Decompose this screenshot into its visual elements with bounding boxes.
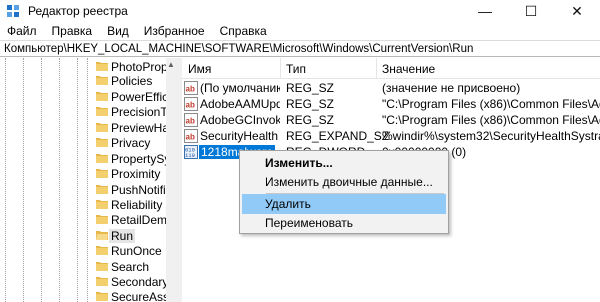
value-type: REG_SZ bbox=[286, 81, 335, 95]
svg-text:ab: ab bbox=[186, 85, 195, 94]
tree-item-label: RetailDemo bbox=[111, 213, 174, 227]
string-value-icon: ab bbox=[184, 97, 198, 111]
menu-item-label: Переименовать bbox=[265, 216, 353, 230]
title-bar: Редактор реестра — ☐ ✕ bbox=[0, 0, 600, 22]
column-divider[interactable] bbox=[376, 58, 377, 78]
value-name: (По умолчанию) bbox=[200, 81, 280, 95]
menu-file[interactable]: Файл bbox=[0, 22, 45, 40]
folder-icon bbox=[96, 185, 108, 194]
tree-guide-line bbox=[23, 58, 25, 302]
tree-item-label: PushNotific bbox=[111, 183, 172, 197]
folder-icon bbox=[96, 215, 108, 224]
open-folder-icon bbox=[96, 231, 108, 240]
folder-icon bbox=[96, 246, 108, 255]
folder-icon bbox=[96, 107, 108, 116]
tree-item-label: Proximity bbox=[111, 167, 161, 181]
svg-text:ab: ab bbox=[186, 101, 195, 110]
column-data[interactable]: Значение bbox=[382, 62, 435, 76]
tree-item-label: Run bbox=[109, 229, 136, 243]
string-value-icon: ab bbox=[184, 113, 198, 127]
svg-text:110: 110 bbox=[185, 152, 195, 159]
window-title: Редактор реестра bbox=[28, 4, 128, 18]
registry-editor-icon bbox=[7, 5, 19, 17]
tree-item-label: RunOnce bbox=[111, 244, 162, 258]
tree-guide-line bbox=[59, 58, 61, 302]
menu-item-modify[interactable]: Изменить... bbox=[242, 153, 446, 173]
folder-icon bbox=[96, 154, 108, 163]
close-button[interactable]: ✕ bbox=[554, 0, 600, 22]
context-menu: Изменить... Изменить двоичные данные... … bbox=[239, 150, 449, 234]
menu-item-delete[interactable]: Удалить bbox=[242, 194, 446, 214]
menu-view[interactable]: Вид bbox=[100, 22, 137, 40]
value-data: "C:\Program Files (x86)\Common Files\Ado… bbox=[382, 97, 600, 111]
svg-text:ab: ab bbox=[186, 133, 195, 142]
folder-icon bbox=[96, 200, 108, 209]
folder-icon bbox=[96, 123, 108, 132]
column-divider[interactable] bbox=[280, 58, 281, 78]
value-name: AdobeAAMUpd... bbox=[200, 97, 280, 111]
tree-guide-line bbox=[87, 58, 89, 302]
menu-item-label: Изменить двоичные данные... bbox=[265, 175, 433, 189]
value-data: %windir%\system32\SecurityHealthSystray.… bbox=[382, 129, 600, 143]
address-bar[interactable]: Компьютер\HKEY_LOCAL_MACHINE\SOFTWARE\Mi… bbox=[0, 40, 600, 57]
address-path: Компьютер\HKEY_LOCAL_MACHINE\SOFTWARE\Mi… bbox=[4, 43, 474, 55]
close-icon: ✕ bbox=[571, 3, 583, 19]
tree-item-label: Policies bbox=[111, 74, 153, 88]
column-type[interactable]: Тип bbox=[286, 62, 306, 76]
menu-item-label: Изменить... bbox=[265, 156, 333, 170]
tree-guide-line bbox=[41, 58, 43, 302]
menu-item-rename[interactable]: Переименовать bbox=[242, 213, 446, 233]
folder-icon bbox=[96, 277, 108, 286]
value-data: (значение не присвоено) bbox=[382, 81, 521, 95]
folder-icon bbox=[96, 92, 108, 101]
tree-item-label: Reliability bbox=[111, 198, 163, 212]
folder-icon bbox=[96, 262, 108, 271]
tree-guide-line bbox=[77, 58, 79, 302]
menu-bar: Файл Правка Вид Избранное Справка bbox=[0, 22, 600, 40]
value-name: SecurityHealth bbox=[200, 129, 279, 143]
folder-icon bbox=[96, 62, 108, 71]
tree-guide-line bbox=[5, 58, 7, 302]
tree-item-label: PrecisionTo bbox=[111, 105, 174, 119]
column-name[interactable]: Имя bbox=[188, 62, 211, 76]
menu-item-modify-binary[interactable]: Изменить двоичные данные... bbox=[242, 172, 446, 192]
value-type: REG_SZ bbox=[286, 113, 335, 127]
svg-text:ab: ab bbox=[186, 117, 195, 126]
folder-icon bbox=[96, 76, 108, 85]
tree-scrollbar[interactable] bbox=[166, 58, 176, 302]
key-tree: PhotoPrope Policies PowerEfficie Precisi… bbox=[0, 58, 176, 302]
menu-favorites[interactable]: Избранное bbox=[137, 22, 213, 40]
menu-help[interactable]: Справка bbox=[213, 22, 275, 40]
list-header: Имя Тип Значение bbox=[182, 58, 600, 79]
minimize-button[interactable]: — bbox=[462, 0, 508, 22]
folder-icon bbox=[96, 138, 108, 147]
value-type: REG_SZ bbox=[286, 97, 335, 111]
binary-value-icon: 010 110 bbox=[184, 145, 198, 159]
value-type: REG_EXPAND_SZ bbox=[286, 129, 390, 143]
menu-item-label: Удалить bbox=[265, 197, 311, 211]
minimize-icon: — bbox=[478, 3, 492, 19]
string-value-icon: ab bbox=[184, 129, 198, 143]
menu-edit[interactable]: Правка bbox=[45, 22, 101, 40]
folder-icon bbox=[96, 292, 108, 301]
folder-icon bbox=[96, 169, 108, 178]
value-data: "C:\Program Files (x86)\Common Files\Ado… bbox=[382, 113, 600, 127]
tree-item[interactable]: SecureAsse bbox=[93, 288, 176, 302]
maximize-button[interactable]: ☐ bbox=[508, 0, 554, 22]
tree-item-label: Privacy bbox=[111, 136, 151, 150]
maximize-icon: ☐ bbox=[524, 3, 538, 19]
scroll-up-arrow-icon[interactable]: ▲ bbox=[166, 58, 176, 72]
tree-item-label: Search bbox=[111, 260, 150, 274]
string-value-icon: ab bbox=[184, 81, 198, 95]
value-name: AdobeGCInvoke... bbox=[200, 113, 280, 127]
